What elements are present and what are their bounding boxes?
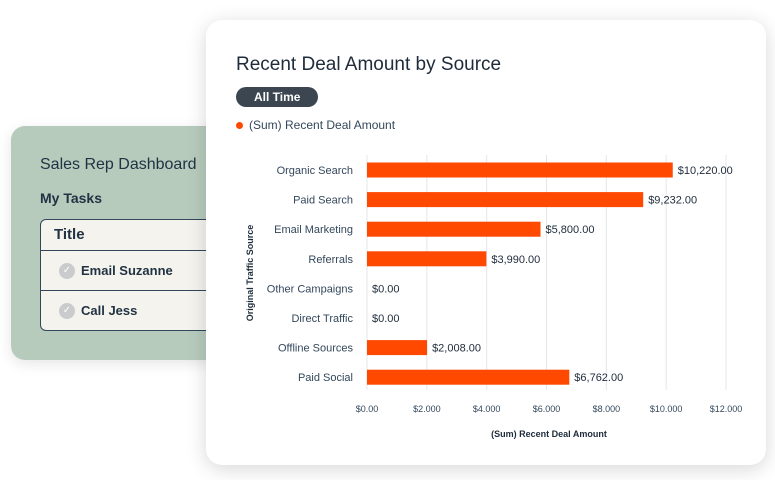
deal-amount-chart-card: Recent Deal Amount by Source All Time (S…	[206, 20, 766, 465]
task-row[interactable]: ✓ Email Suzanne	[41, 251, 231, 291]
bar-data-label: $2,008.00	[432, 343, 481, 355]
y-category-label: Organic Search	[277, 165, 353, 177]
y-category-label: Email Marketing	[274, 224, 353, 236]
bar	[367, 369, 570, 385]
bar-data-label: $6,762.00	[574, 372, 623, 384]
bar-data-label: $0.00	[372, 283, 400, 295]
x-tick-label: $10.000	[650, 404, 683, 414]
x-tick-label: $4.000	[473, 404, 501, 414]
x-tick-label: $6.000	[533, 404, 561, 414]
bar	[367, 192, 644, 208]
x-tick-label: $0.00	[356, 404, 379, 414]
y-category-label: Paid Social	[298, 372, 353, 384]
bar-data-label: $3,990.00	[491, 254, 540, 266]
bar-data-label: $10,220.00	[678, 165, 733, 177]
bar	[367, 251, 487, 267]
bar	[367, 340, 428, 356]
y-axis-title: Original Traffic Source	[245, 225, 255, 322]
bar-chart: $0.00 $2.000 $4.000 $6.000 $8.000 $10.000 $12.…	[245, 155, 743, 439]
bar	[367, 162, 673, 178]
tasks-table: Title ✓ Email Suzanne ✓ Call Jess	[40, 219, 232, 331]
bar-data-label: $9,232.00	[648, 195, 697, 207]
x-tick-label: $8.000	[593, 404, 621, 414]
task-label: Email Suzanne	[81, 263, 173, 278]
y-category-label: Referrals	[308, 254, 353, 266]
check-circle-icon[interactable]: ✓	[59, 262, 75, 279]
my-tasks-heading: My Tasks	[40, 190, 102, 206]
x-axis-title: (Sum) Recent Deal Amount	[491, 429, 607, 439]
dashboard-title: Sales Rep Dashboard	[40, 156, 197, 173]
x-tick-label: $2.000	[413, 404, 441, 414]
y-category-label: Offline Sources	[278, 343, 354, 355]
task-label: Call Jess	[81, 303, 138, 318]
tasks-table-header: Title	[41, 220, 231, 251]
x-tick-label: $12.000	[710, 404, 743, 414]
y-category-label: Other Campaigns	[267, 283, 354, 295]
y-category-label: Paid Search	[293, 195, 353, 207]
bar-data-label: $5,800.00	[546, 224, 595, 236]
bar	[367, 221, 541, 237]
y-category-label: Direct Traffic	[291, 313, 353, 325]
check-circle-icon[interactable]: ✓	[59, 302, 75, 319]
bar-data-label: $0.00	[372, 313, 400, 325]
task-row[interactable]: ✓ Call Jess	[41, 291, 231, 330]
